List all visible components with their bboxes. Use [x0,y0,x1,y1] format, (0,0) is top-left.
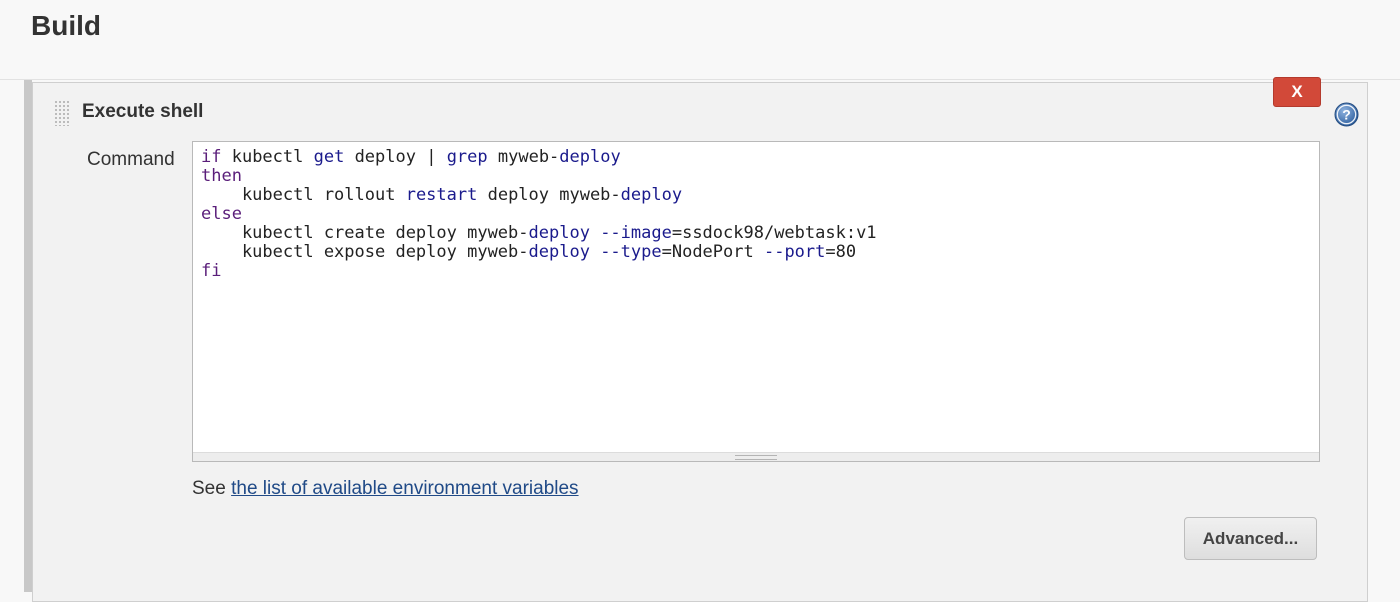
code-builtin: deploy [559,147,621,167]
command-code: if kubectl get deploy | grep myweb-deplo… [201,148,877,281]
code-builtin: restart [405,185,478,205]
delete-step-button[interactable]: X [1273,77,1321,107]
code-builtin: get [313,147,345,167]
code-line-7: fi [201,261,221,281]
code-builtin: deploy [528,223,590,243]
resize-grip-icon [735,455,777,460]
code-builtin: deploy [620,185,683,205]
env-variables-hint: See the list of available environment va… [192,478,579,500]
section-divider [0,79,1400,80]
code-keyword: then [201,166,242,186]
code-keyword: else [201,204,242,224]
code-line-6: kubectl expose deploy myweb-deploy --typ… [201,242,857,262]
section-left-bar [24,80,32,592]
step-title: Execute shell [82,101,204,122]
code-line-1: if kubectl get deploy | grep myweb-deplo… [201,147,621,167]
code-line-4: else [201,204,242,224]
help-icon[interactable]: ? [1334,102,1359,127]
advanced-button[interactable]: Advanced... [1184,517,1317,560]
code-line-3: kubectl rollout restart deploy myweb-dep… [201,185,683,205]
svg-text:?: ? [1342,106,1351,122]
env-prefix: See [192,478,226,499]
command-label: Command [87,149,175,170]
drag-handle-icon[interactable] [54,100,70,126]
env-variables-link[interactable]: the list of available environment variab… [231,478,578,499]
code-line-5: kubectl create deploy myweb-deploy --ima… [201,223,877,243]
section-title: Build [31,10,101,41]
code-builtin: --image [600,223,672,243]
command-textarea[interactable]: if kubectl get deploy | grep myweb-deplo… [192,141,1320,462]
textarea-resize-handle[interactable] [193,452,1319,461]
code-line-2: then [201,166,242,186]
code-keyword: fi [201,261,222,281]
code-builtin: --port [763,242,826,262]
code-keyword: if [201,147,222,167]
code-builtin: grep [446,147,488,167]
code-builtin: --type [600,242,662,262]
code-builtin: deploy [528,242,590,262]
